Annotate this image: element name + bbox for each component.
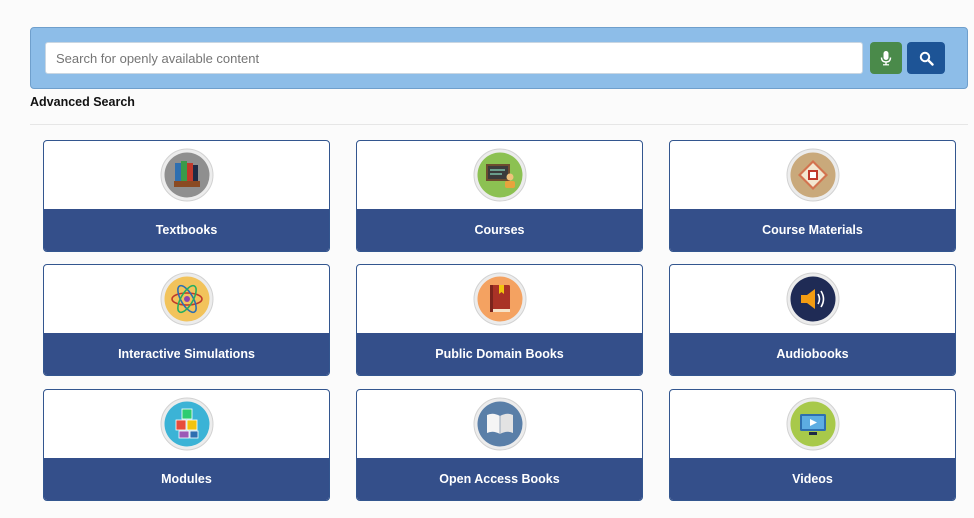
voice-search-button[interactable]: [870, 42, 902, 74]
speaker-icon: [786, 272, 840, 326]
category-card-courses[interactable]: Courses: [356, 140, 643, 252]
search-panel: [30, 27, 968, 89]
category-card-interactive-simulations[interactable]: Interactive Simulations: [43, 264, 330, 376]
open-book-icon: [473, 397, 527, 451]
video-player-icon: [786, 397, 840, 451]
category-card-audiobooks[interactable]: Audiobooks: [669, 264, 956, 376]
microphone-icon: [880, 51, 892, 66]
category-card-modules[interactable]: Modules: [43, 389, 330, 501]
category-card-public-domain-books[interactable]: Public Domain Books: [356, 264, 643, 376]
category-card-textbooks[interactable]: Textbooks: [43, 140, 330, 252]
books-icon: [160, 148, 214, 202]
advanced-search-link[interactable]: Advanced Search: [30, 95, 135, 109]
presentation-board-icon: [473, 148, 527, 202]
category-label: Courses: [357, 209, 642, 251]
category-label: Audiobooks: [670, 333, 955, 375]
category-label: Videos: [670, 458, 955, 500]
search-button[interactable]: [907, 42, 945, 74]
number-blocks-icon: [160, 397, 214, 451]
category-label: Textbooks: [44, 209, 329, 251]
category-card-open-access-books[interactable]: Open Access Books: [356, 389, 643, 501]
category-label: Interactive Simulations: [44, 333, 329, 375]
magnifier-icon: [919, 51, 934, 66]
bookmarked-book-icon: [473, 272, 527, 326]
category-label: Course Materials: [670, 209, 955, 251]
category-label: Public Domain Books: [357, 333, 642, 375]
search-input[interactable]: [45, 42, 863, 74]
book-materials-icon: [786, 148, 840, 202]
category-card-course-materials[interactable]: Course Materials: [669, 140, 956, 252]
category-label: Modules: [44, 458, 329, 500]
category-card-videos[interactable]: Videos: [669, 389, 956, 501]
divider: [30, 124, 968, 125]
category-label: Open Access Books: [357, 458, 642, 500]
atom-icon: [160, 272, 214, 326]
